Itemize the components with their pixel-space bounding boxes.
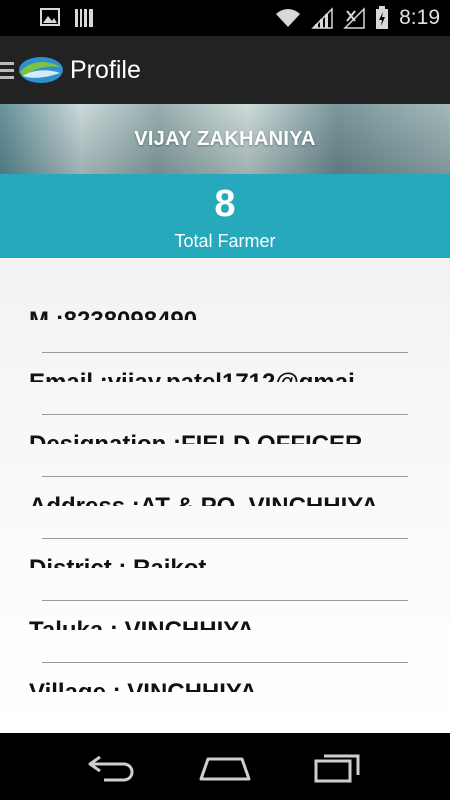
app-logo-icon[interactable] xyxy=(18,55,64,85)
profile-details: M :8238098490 Email :vijay.patel1712@gma… xyxy=(0,258,450,733)
image-icon xyxy=(40,8,60,26)
home-icon[interactable] xyxy=(198,751,252,783)
taluka-text: Taluka : VINCHHIYA xyxy=(29,568,424,630)
profile-banner: VIJAY ZAKHANIYA xyxy=(0,104,450,174)
farmer-count-panel: 8 Total Farmer xyxy=(0,174,450,258)
email-text: Email :vijay.patel1712@gmai… xyxy=(29,320,424,382)
barcode-icon xyxy=(75,9,93,27)
page-title: Profile xyxy=(70,55,141,84)
district-row: District : Rajkot xyxy=(29,506,424,568)
mobile-text: M :8238098490 xyxy=(29,258,424,320)
designation-row: Designation :FIELD OFFICER xyxy=(29,382,424,444)
address-text: Address :AT & PO. VINCHHIYA xyxy=(29,444,424,506)
no-signal-icon xyxy=(343,7,365,29)
farmer-count-label: Total Farmer xyxy=(174,231,276,251)
village-row: Village : VINCHHIYA xyxy=(29,630,424,692)
farmer-count-value: 8 xyxy=(214,183,236,225)
user-name: VIJAY ZAKHANIYA xyxy=(134,127,316,150)
village-text: Village : VINCHHIYA xyxy=(29,630,424,692)
action-bar: Profile xyxy=(0,36,450,104)
signal-icon xyxy=(311,7,333,29)
navigation-bar xyxy=(0,733,450,800)
wifi-icon xyxy=(276,9,301,27)
back-icon[interactable] xyxy=(86,751,138,783)
battery-charging-icon xyxy=(376,6,389,29)
designation-text: Designation :FIELD OFFICER xyxy=(29,382,424,444)
status-bar: 8:19 xyxy=(0,0,450,36)
recent-apps-icon[interactable] xyxy=(312,751,362,783)
clock: 8:19 xyxy=(399,6,440,29)
mobile-row: M :8238098490 xyxy=(29,258,424,320)
taluka-row: Taluka : VINCHHIYA xyxy=(29,568,424,630)
district-text: District : Rajkot xyxy=(29,506,424,568)
drawer-menu-icon[interactable] xyxy=(0,61,14,79)
email-row: Email :vijay.patel1712@gmai… xyxy=(29,320,424,382)
address-row: Address :AT & PO. VINCHHIYA xyxy=(29,444,424,506)
